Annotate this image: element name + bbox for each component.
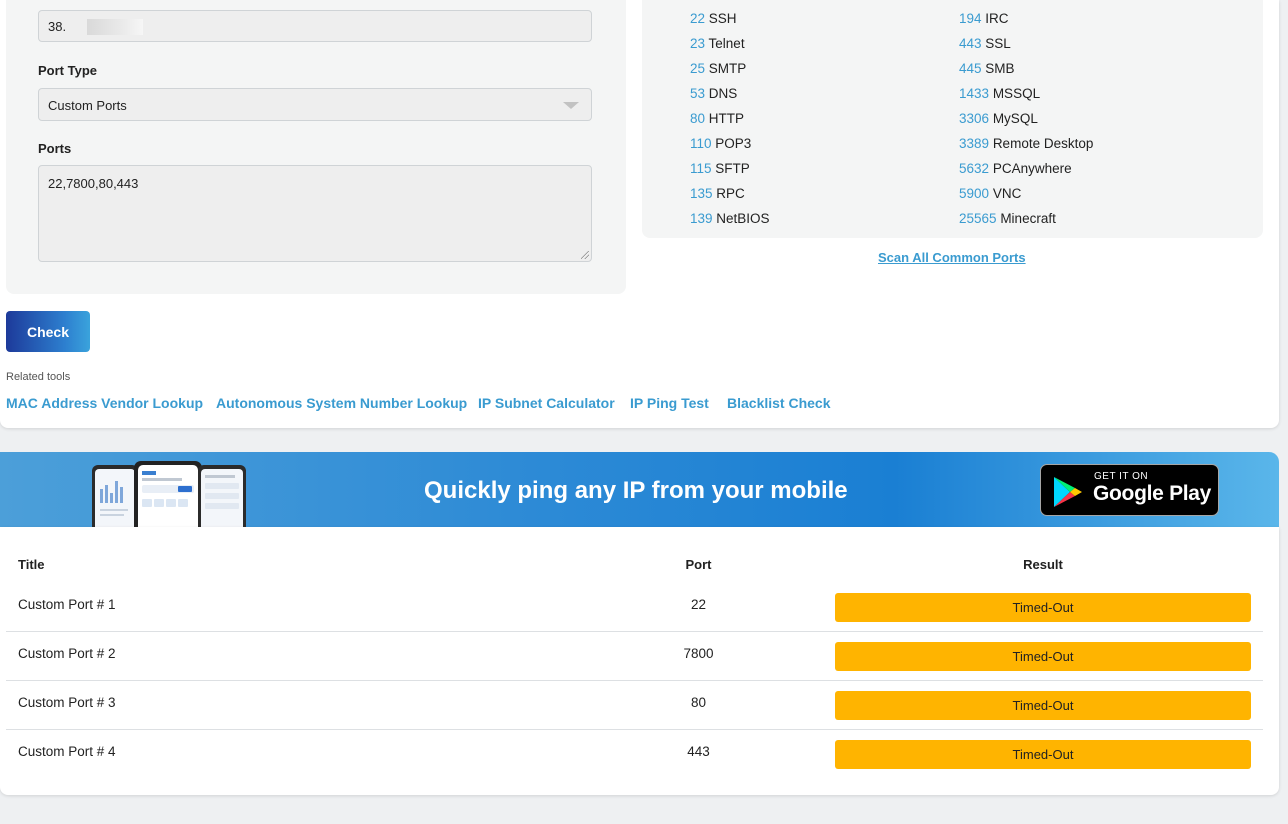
row-title: Custom Port # 3 xyxy=(18,695,116,710)
row-title: Custom Port # 1 xyxy=(18,597,116,612)
common-port-item[interactable]: 5632 PCAnywhere xyxy=(959,161,1072,176)
common-port-item[interactable]: 139 NetBIOS xyxy=(690,211,770,226)
row-port: 443 xyxy=(687,744,710,759)
common-port-item[interactable]: 25 SMTP xyxy=(690,61,746,76)
row-title: Custom Port # 4 xyxy=(18,744,116,759)
common-port-item[interactable]: 115 SFTP xyxy=(690,161,750,176)
common-port-item[interactable]: 3389 Remote Desktop xyxy=(959,136,1093,151)
column-header-result: Result xyxy=(1023,557,1063,572)
check-button[interactable]: Check xyxy=(6,311,90,352)
phones-illustration xyxy=(92,461,246,527)
common-port-item[interactable]: 3306 MySQL xyxy=(959,111,1038,126)
ip-redaction-blur xyxy=(87,19,143,35)
store-big-text: Google Play xyxy=(1093,482,1212,505)
common-port-item[interactable]: 5900 VNC xyxy=(959,186,1021,201)
column-header-title: Title xyxy=(18,557,45,572)
related-link-ping-test[interactable]: IP Ping Test xyxy=(630,395,709,411)
chevron-down-icon xyxy=(563,102,579,109)
banner-headline: Quickly ping any IP from your mobile xyxy=(424,477,848,504)
common-ports-panel: 22 SSH 23 Telnet 25 SMTP 53 DNS 80 HTTP … xyxy=(642,0,1263,238)
table-row: Custom Port # 2 7800 Timed-Out xyxy=(6,631,1263,681)
related-link-mac-vendor[interactable]: MAC Address Vendor Lookup xyxy=(6,395,203,411)
table-row: Custom Port # 3 80 Timed-Out xyxy=(6,680,1263,730)
common-port-item[interactable]: 80 HTTP xyxy=(690,111,744,126)
column-header-port: Port xyxy=(685,557,712,572)
common-port-item[interactable]: 110 POP3 xyxy=(690,136,751,151)
mobile-app-banner[interactable]: Quickly ping any IP from your mobile GET… xyxy=(0,452,1279,527)
row-port: 22 xyxy=(690,597,707,612)
scan-all-common-ports-link[interactable]: Scan All Common Ports xyxy=(878,250,1026,265)
common-port-item[interactable]: 25565 Minecraft xyxy=(959,211,1056,226)
table-row: Custom Port # 4 443 Timed-Out xyxy=(6,729,1263,779)
result-status-badge: Timed-Out xyxy=(835,691,1251,720)
port-type-select[interactable]: Custom Ports xyxy=(38,88,592,121)
ports-label: Ports xyxy=(38,141,72,156)
common-port-item[interactable]: 135 RPC xyxy=(690,186,745,201)
common-port-item[interactable]: 53 DNS xyxy=(690,86,737,101)
related-link-subnet-calculator[interactable]: IP Subnet Calculator xyxy=(478,395,615,411)
related-tools-label: Related tools xyxy=(6,371,71,383)
common-port-item[interactable]: 194 IRC xyxy=(959,11,1009,26)
common-port-item[interactable]: 22 SSH xyxy=(690,11,737,26)
result-status-badge: Timed-Out xyxy=(835,642,1251,671)
store-small-text: GET IT ON xyxy=(1094,471,1149,482)
google-play-icon xyxy=(1054,477,1082,507)
ports-value: 22,7800,80,443 xyxy=(48,176,139,191)
common-port-item[interactable]: 445 SMB xyxy=(959,61,1015,76)
resize-handle-icon[interactable] xyxy=(581,251,589,259)
common-port-item[interactable]: 443 SSL xyxy=(959,36,1011,51)
table-row: Custom Port # 1 22 Timed-Out xyxy=(6,583,1263,632)
related-link-blacklist-check[interactable]: Blacklist Check xyxy=(727,395,831,411)
port-type-label: Port Type xyxy=(38,63,97,78)
ip-address-value: 38. xyxy=(48,19,67,34)
result-status-badge: Timed-Out xyxy=(835,740,1251,769)
ip-address-field[interactable]: 38. xyxy=(38,10,592,42)
result-status-badge: Timed-Out xyxy=(835,593,1251,622)
google-play-badge[interactable]: GET IT ON Google Play xyxy=(1040,464,1219,516)
port-checker-card: 38. Port Type Custom Ports Ports 22,7800… xyxy=(0,0,1279,428)
form-panel: 38. Port Type Custom Ports Ports 22,7800… xyxy=(6,0,626,294)
common-port-item[interactable]: 23 Telnet xyxy=(690,36,745,51)
ports-textarea[interactable]: 22,7800,80,443 xyxy=(38,165,592,262)
row-title: Custom Port # 2 xyxy=(18,646,116,661)
results-table: Title Port Result Custom Port # 1 22 Tim… xyxy=(0,527,1279,795)
related-link-asn-lookup[interactable]: Autonomous System Number Lookup xyxy=(216,395,467,411)
row-port: 80 xyxy=(690,695,707,710)
common-port-item[interactable]: 1433 MSSQL xyxy=(959,86,1040,101)
row-port: 7800 xyxy=(683,646,714,661)
port-type-value: Custom Ports xyxy=(48,98,127,113)
